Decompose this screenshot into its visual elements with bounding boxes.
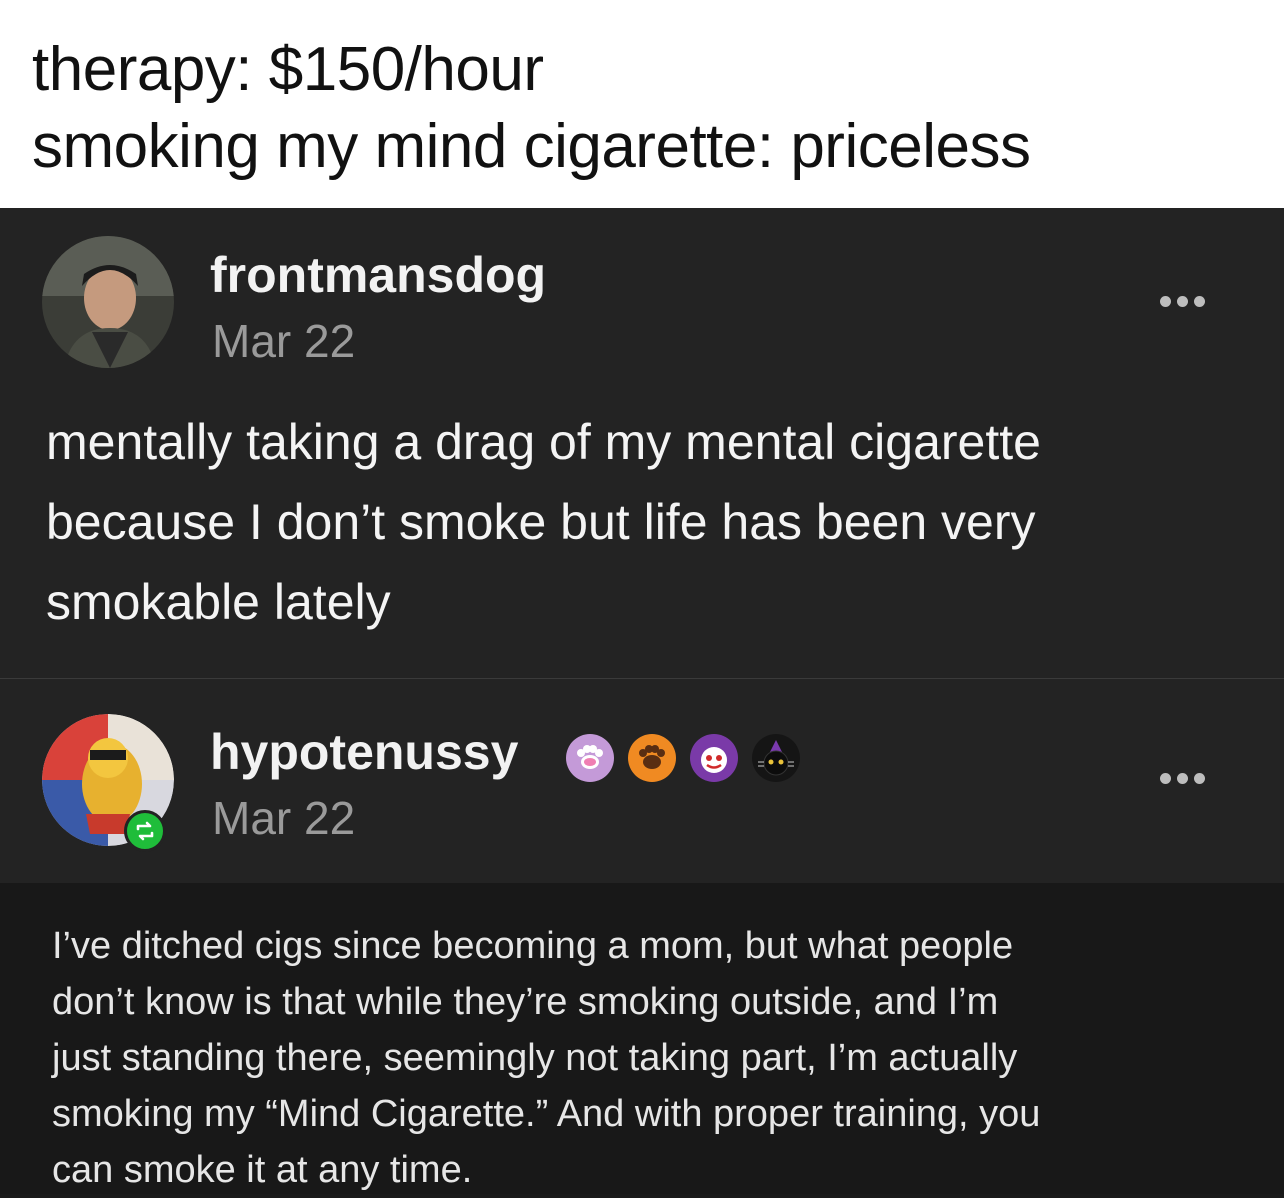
quote-line: I’ve ditched cigs since becoming a mom, … — [52, 925, 1014, 967]
user-badges — [566, 734, 800, 782]
more-horizontal-icon[interactable] — [1160, 773, 1205, 784]
quote-line: just standing there, seemingly not takin… — [52, 1037, 1018, 1079]
post-body-line: smokable lately — [46, 574, 391, 630]
reblog-icon — [124, 810, 166, 852]
caption-line-2: smoking my mind cigarette: priceless — [32, 112, 1031, 181]
quote-body: I’ve ditched cigs since becoming a mom, … — [52, 918, 1252, 1198]
pink-paw-badge-icon[interactable] — [566, 734, 614, 782]
post-body-line: because I don’t smoke but life has been … — [46, 494, 1036, 550]
quote-line: smoking my “Mind Cigarette.” And with pr… — [52, 1093, 1041, 1135]
avatar-frontmansdog[interactable] — [42, 236, 174, 368]
clown-face-badge-icon[interactable] — [690, 734, 738, 782]
quote-line: can smoke it at any time. — [52, 1149, 473, 1191]
post-date: Mar 22 — [212, 792, 356, 844]
quote-line: don’t know is that while they’re smoking… — [52, 981, 999, 1023]
meme-caption: therapy: $150/hour smoking my mind cigar… — [0, 0, 1284, 208]
username-hypotenussy[interactable]: hypotenussy — [210, 723, 518, 781]
orange-paw-badge-icon[interactable] — [628, 734, 676, 782]
caption-line-1: therapy: $150/hour — [32, 35, 544, 104]
post-body: mentally taking a drag of my mental ciga… — [46, 402, 1246, 642]
more-horizontal-icon[interactable] — [1160, 296, 1205, 307]
witch-cat-badge-icon[interactable] — [752, 734, 800, 782]
username-frontmansdog[interactable]: frontmansdog — [210, 246, 546, 304]
post-date: Mar 22 — [212, 315, 356, 367]
post-body-line: mentally taking a drag of my mental ciga… — [46, 414, 1041, 470]
